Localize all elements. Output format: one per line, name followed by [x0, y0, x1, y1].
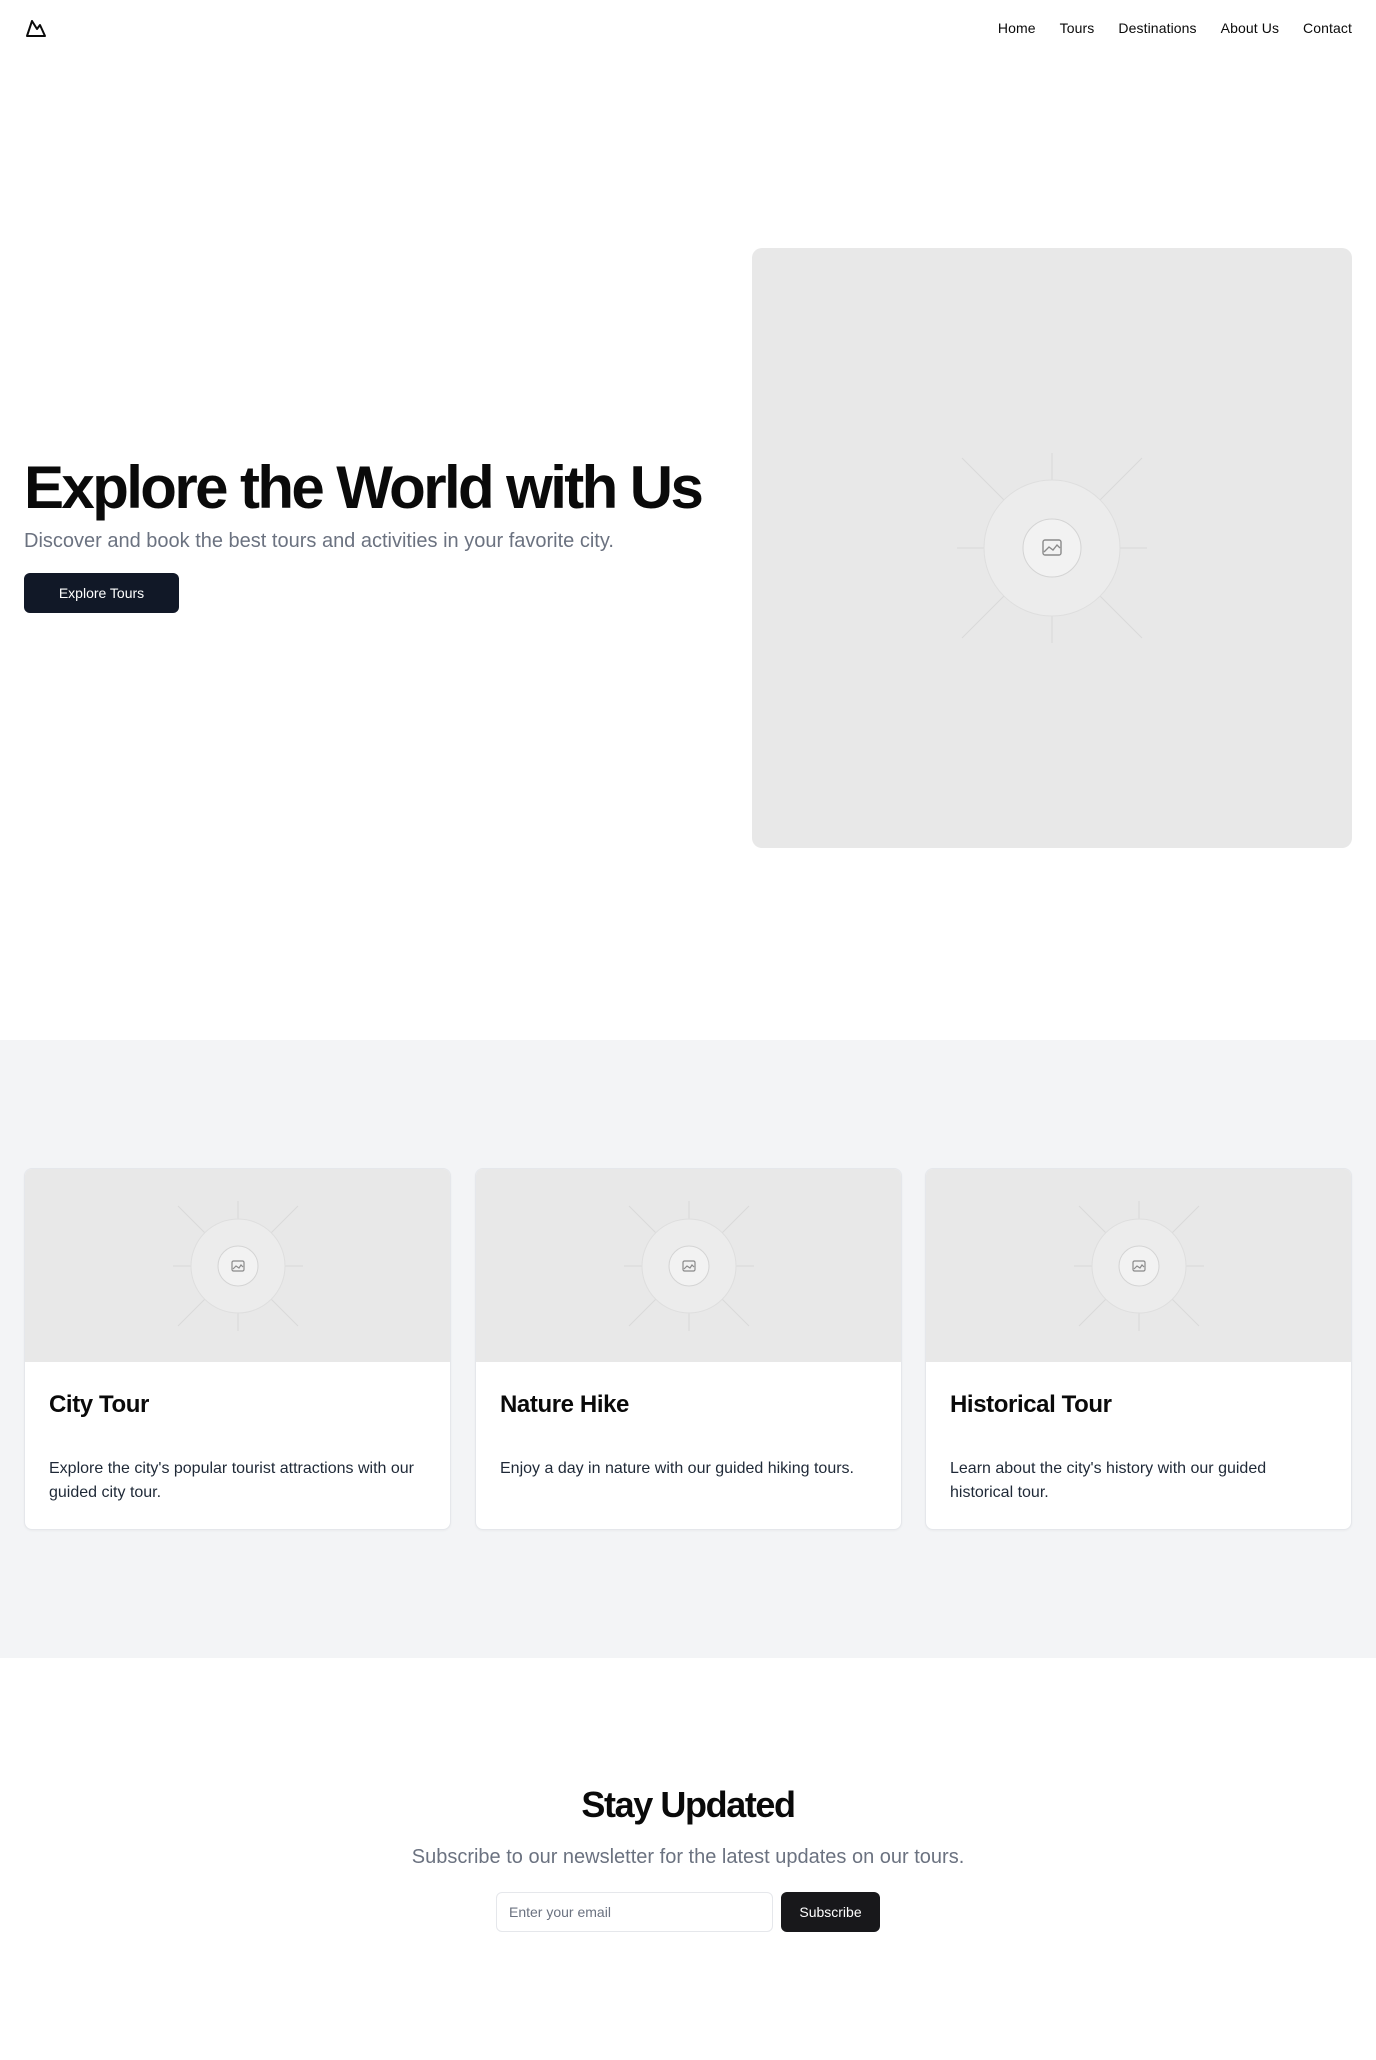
tour-card-description: Explore the city's popular tourist attra… [49, 1460, 414, 1501]
explore-tours-button[interactable]: Explore Tours [24, 573, 179, 614]
newsletter-section: Stay Updated Subscribe to our newsletter… [0, 1658, 1376, 2060]
tour-card-historical-tour[interactable]: Historical Tour Learn about the city's h… [925, 1168, 1352, 1530]
nav-link-destinations[interactable]: Destinations [1118, 20, 1196, 36]
mountain-icon[interactable] [24, 16, 48, 40]
main-nav: Home Tours Destinations About Us Contact [998, 20, 1352, 36]
hero-content: Explore the World with Us Discover and b… [24, 454, 724, 614]
tour-card-title: Historical Tour [950, 1391, 1112, 1418]
tour-card-nature-hike[interactable]: Nature Hike Enjoy a day in nature with o… [475, 1168, 902, 1530]
hero-image [752, 248, 1352, 848]
tour-card-title: Nature Hike [500, 1391, 629, 1418]
image-placeholder-icon [1073, 1200, 1204, 1331]
tour-card-image [25, 1169, 450, 1362]
nav-link-contact[interactable]: Contact [1303, 20, 1352, 36]
hero-title: Explore the World with Us [24, 454, 704, 521]
tours-section: City Tour Explore the city's popular tou… [0, 1040, 1376, 1658]
subscribe-button[interactable]: Subscribe [781, 1892, 880, 1932]
site-header: Home Tours Destinations About Us Contact [0, 0, 1376, 56]
nav-link-about-us[interactable]: About Us [1221, 20, 1279, 36]
newsletter-subtitle: Subscribe to our newsletter for the late… [411, 1846, 965, 1868]
image-placeholder-icon [623, 1200, 754, 1331]
image-placeholder-icon [957, 453, 1147, 643]
hero-section: Explore the World with Us Discover and b… [0, 56, 1376, 1040]
image-placeholder-icon [172, 1200, 303, 1331]
tour-card-title: City Tour [49, 1391, 149, 1418]
nav-link-home[interactable]: Home [998, 20, 1036, 36]
newsletter-title: Stay Updated [581, 1784, 796, 1825]
tour-card-image [476, 1169, 901, 1362]
hero-subtitle: Discover and book the best tours and act… [24, 530, 614, 553]
email-input[interactable] [496, 1892, 773, 1932]
tour-card-image [926, 1169, 1351, 1362]
tour-card-city-tour[interactable]: City Tour Explore the city's popular tou… [24, 1168, 451, 1530]
tour-card-description: Learn about the city's history with our … [950, 1460, 1267, 1501]
tour-card-description: Enjoy a day in nature with our guided hi… [500, 1460, 854, 1477]
nav-link-tours[interactable]: Tours [1060, 20, 1095, 36]
newsletter-form: Subscribe [496, 1892, 880, 1932]
